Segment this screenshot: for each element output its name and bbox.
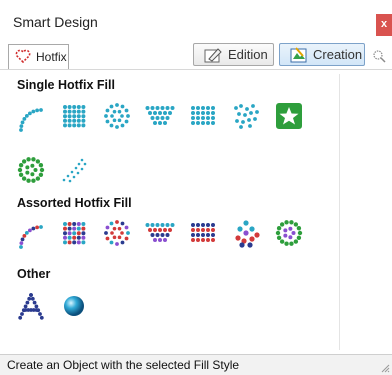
status-bar: Create an Object with the selected Fill … [0, 354, 392, 375]
tab-hotfix[interactable]: Hotfix [8, 44, 69, 69]
spiral-fill-icon[interactable] [101, 100, 133, 132]
edition-label: Edition [228, 47, 268, 62]
letter-a-fill-icon[interactable] [15, 289, 47, 321]
bar-fill-icon[interactable] [58, 100, 90, 132]
tab-label: Hotfix [36, 50, 67, 64]
spiral-fill-icon[interactable] [101, 217, 133, 249]
scatter-fill-icon[interactable] [230, 100, 262, 132]
fan-fill-icon[interactable] [144, 217, 176, 249]
fan-fill-icon[interactable] [144, 100, 176, 132]
tab-bar: Hotfix Edition Creation [0, 39, 392, 70]
creation-icon [290, 47, 307, 63]
bar-fill-icon[interactable] [58, 217, 90, 249]
creation-label: Creation [313, 47, 363, 62]
ring-fill-icon[interactable] [273, 217, 305, 249]
pencil-icon [204, 48, 222, 63]
title-bar: Smart Design x [0, 0, 392, 39]
grid-fill-icon[interactable] [187, 100, 219, 132]
arc-fill-icon[interactable] [15, 100, 47, 132]
section-title: Other [17, 267, 51, 281]
edition-button[interactable]: Edition [193, 43, 274, 66]
spray-fill-icon[interactable] [58, 154, 90, 186]
resize-grip-icon[interactable] [380, 363, 390, 373]
zoom-icon[interactable] [372, 49, 386, 63]
creation-button[interactable]: Creation [279, 43, 365, 66]
star-fill-icon[interactable] [273, 100, 305, 132]
sphere-icon[interactable] [58, 289, 90, 321]
arc-fill-icon[interactable] [15, 217, 47, 249]
fill-gallery: Single Hotfix Fill Assorted Hotfix Fill … [0, 70, 392, 354]
hotfix-icon [15, 49, 31, 63]
close-button[interactable]: x [376, 14, 392, 36]
grid-fill-icon[interactable] [187, 217, 219, 249]
section-title: Single Hotfix Fill [17, 78, 115, 92]
cluster-fill-icon[interactable] [230, 217, 262, 249]
window-title: Smart Design [13, 14, 98, 30]
gallery-divider [339, 74, 340, 350]
close-icon: x [380, 18, 388, 30]
section-title: Assorted Hotfix Fill [17, 196, 132, 210]
ring-fill-icon[interactable] [15, 154, 47, 186]
status-text: Create an Object with the selected Fill … [7, 358, 240, 372]
